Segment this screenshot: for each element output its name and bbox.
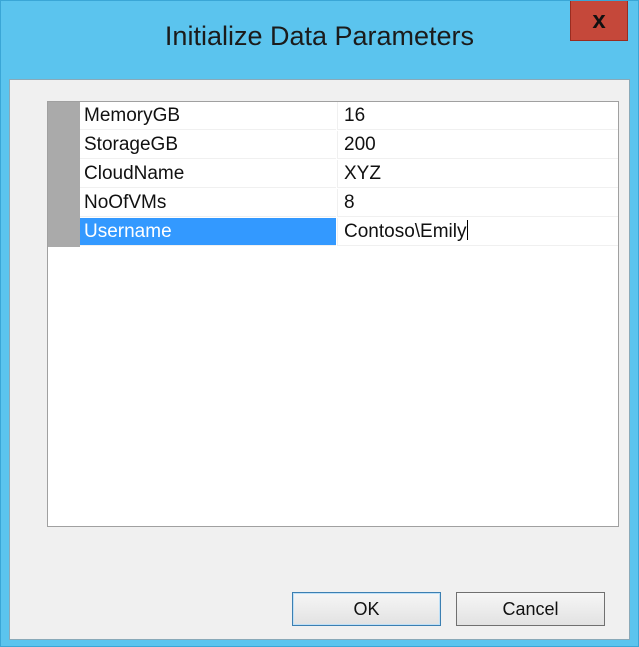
cancel-button-label: Cancel: [502, 598, 559, 619]
parameter-row-storagegb[interactable]: StorageGB 200: [48, 131, 618, 160]
parameter-value-editor[interactable]: Contoso\Emily: [337, 218, 618, 246]
parameter-name[interactable]: NoOfVMs: [80, 189, 336, 217]
row-header[interactable]: [48, 102, 80, 131]
parameter-value[interactable]: 8: [337, 189, 618, 217]
parameter-row-username[interactable]: Username Contoso\Emily: [48, 218, 618, 247]
close-icon: x: [592, 6, 606, 34]
parameter-name[interactable]: MemoryGB: [80, 102, 336, 130]
ok-button[interactable]: OK: [292, 592, 441, 626]
parameter-row-memorygb[interactable]: MemoryGB 16: [48, 102, 618, 131]
window-title: Initialize Data Parameters: [164, 21, 475, 51]
dialog-window: Initialize Data Parameters x MemoryGB 16…: [0, 0, 639, 647]
ok-button-label: OK: [353, 598, 380, 619]
text-caret: [466, 220, 468, 240]
parameter-value[interactable]: 16: [337, 102, 618, 130]
parameter-row-cloudname[interactable]: CloudName XYZ: [48, 160, 618, 189]
parameter-value[interactable]: XYZ: [337, 160, 618, 188]
parameter-name[interactable]: StorageGB: [80, 131, 336, 159]
close-button[interactable]: x: [570, 1, 628, 41]
cancel-button[interactable]: Cancel: [456, 592, 605, 626]
row-header[interactable]: [48, 218, 80, 247]
dialog-body: MemoryGB 16 StorageGB 200 CloudName XYZ …: [9, 79, 630, 640]
parameter-row-noofvms[interactable]: NoOfVMs 8: [48, 189, 618, 218]
parameter-grid: MemoryGB 16 StorageGB 200 CloudName XYZ …: [47, 101, 619, 527]
parameter-name[interactable]: CloudName: [80, 160, 336, 188]
parameter-value[interactable]: 200: [337, 131, 618, 159]
username-value-text[interactable]: Contoso\Emily: [344, 221, 467, 242]
row-header[interactable]: [48, 189, 80, 218]
title-bar[interactable]: Initialize Data Parameters x: [1, 1, 638, 79]
row-header[interactable]: [48, 131, 80, 160]
row-header[interactable]: [48, 160, 80, 189]
parameter-name-selected[interactable]: Username: [80, 218, 336, 246]
